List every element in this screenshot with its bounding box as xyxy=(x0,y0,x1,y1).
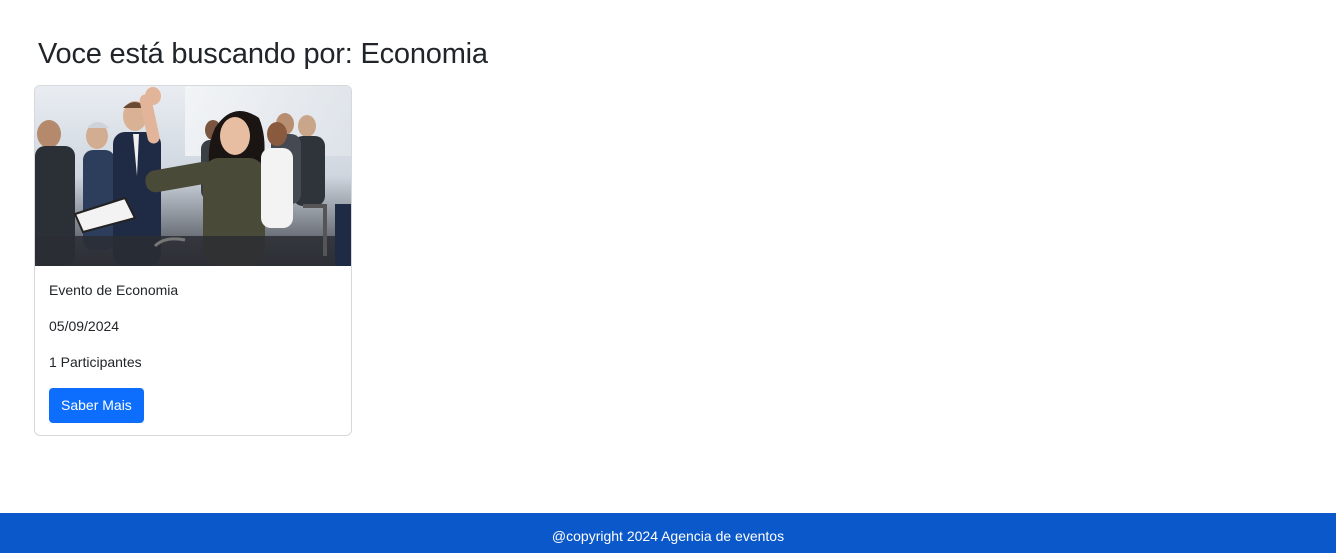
footer: @copyright 2024 Agencia de eventos xyxy=(0,513,1336,553)
event-participants: 1 Participantes xyxy=(49,354,142,370)
event-title: Evento de Economia xyxy=(49,282,179,298)
page: Voce está buscando por: Economia Evento … xyxy=(0,0,1336,553)
event-card: Evento de Economia 05/09/2024 1 Particip… xyxy=(34,85,352,436)
saber-mais-button[interactable]: Saber Mais xyxy=(49,388,144,423)
event-image xyxy=(35,86,351,266)
search-heading: Voce está buscando por: Economia xyxy=(38,38,488,70)
event-date: 05/09/2024 xyxy=(49,318,120,334)
footer-copyright: @copyright 2024 Agencia de eventos xyxy=(551,528,785,544)
